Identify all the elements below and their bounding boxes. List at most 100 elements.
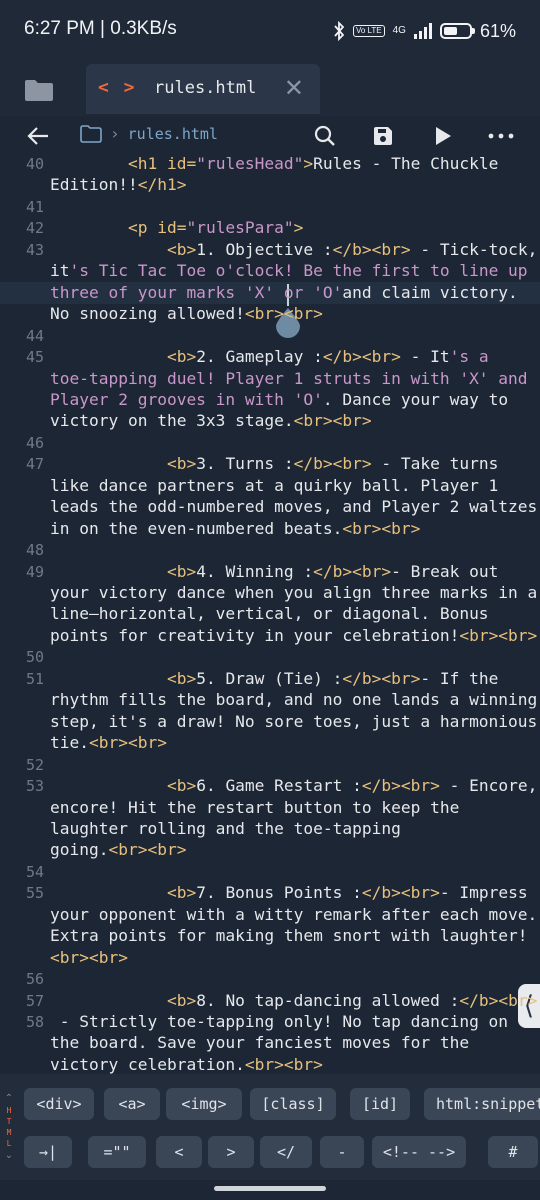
html-mode-letter: T: [6, 1117, 12, 1126]
symbol-key[interactable]: <!-- -->: [372, 1136, 466, 1168]
code-text: - Encore,: [439, 776, 538, 796]
code-line: three of your marks 'X' or 'O'and claim …: [50, 283, 518, 302]
back-button[interactable]: [22, 120, 54, 152]
line-number: 50: [25, 648, 44, 667]
save-button[interactable]: [368, 120, 398, 152]
snippet-key[interactable]: <a>: [104, 1088, 160, 1120]
line-number: 53: [25, 777, 44, 796]
snippet-key[interactable]: <img>: [166, 1088, 242, 1120]
code-text: in on the even-numbered beats.: [50, 518, 343, 538]
code-tag: </b><br>: [361, 776, 440, 796]
code-text: like dance partners at a quirky ball. Pl…: [50, 475, 499, 495]
line-number: 51: [25, 669, 44, 688]
code-line: <h1 id="rulesHead">Rules - The Chuckle: [50, 156, 498, 173]
code-line: laughter rolling and the toe-tapping: [50, 819, 401, 838]
symbol-bar: ⌃ H T M L ⌄ <div> <a> <img> [class] [id] html:snip…: [0, 1074, 540, 1180]
tab-rules-html[interactable]: < > rules.html ✕: [86, 64, 320, 114]
code-text: 4. Winning :: [196, 561, 314, 581]
code-tag: >: [303, 156, 314, 173]
code-text: - Take turns: [371, 454, 499, 474]
symbol-key[interactable]: <: [156, 1136, 202, 1168]
code-text: and claim victory.: [342, 282, 518, 302]
code-text: Rules - The Chuckle: [313, 156, 499, 173]
code-text: - Strictly toe-tapping only! No tap danc…: [50, 1012, 509, 1031]
chevron-right-icon: ›: [110, 124, 120, 143]
code-line: toe-tapping duel! Player 1 struts in wit…: [50, 369, 528, 388]
code-tag: <p id=: [127, 218, 187, 238]
snippet-key[interactable]: <div>: [24, 1088, 94, 1120]
code-tag: <br><br>: [244, 304, 323, 324]
code-text: it: [50, 261, 70, 281]
code-text: 6. Game Restart :: [196, 776, 362, 796]
symbol-key[interactable]: →|: [24, 1136, 72, 1168]
snippet-key[interactable]: [class]: [250, 1088, 336, 1120]
snippet-key[interactable]: [id]: [350, 1088, 410, 1120]
battery-percent: 61%: [479, 20, 516, 41]
symbol-key[interactable]: ="": [88, 1136, 146, 1168]
code-line: encore! Hit the restart button to keep t…: [50, 798, 459, 817]
code-line: Extra points for making them snort with …: [50, 926, 528, 945]
network-type: 4G: [392, 25, 406, 36]
code-tag: <h1 id=: [127, 156, 197, 173]
code-line: it's Tic Tac Toe o'clock! Be the first t…: [50, 261, 528, 280]
code-line: victory celebration.<br><br>: [50, 1055, 323, 1074]
code-tag: </b><br>: [459, 990, 538, 1010]
line-number: 44: [25, 326, 44, 345]
code-editor[interactable]: ⟨ 40 <h1 id="rulesHead">Rules - The Chuc…: [0, 156, 540, 1074]
home-indicator[interactable]: [214, 1186, 326, 1191]
symbol-key[interactable]: </: [260, 1136, 312, 1168]
more-button[interactable]: [484, 120, 518, 152]
code-tag: </b><br>: [313, 561, 392, 581]
line-number: 56: [25, 970, 44, 989]
snippet-key[interactable]: html:snippet: [424, 1088, 540, 1120]
search-button[interactable]: [310, 120, 340, 152]
code-tag: <b>: [166, 883, 197, 903]
code-text: - Impress: [439, 883, 528, 903]
code-text: your victory dance when you align three …: [50, 583, 538, 602]
code-text: - If the: [420, 668, 499, 688]
code-icon: < >: [98, 77, 137, 98]
run-button[interactable]: [428, 120, 458, 152]
code-text: - It: [400, 347, 450, 367]
code-text: step, it's a draw! No sore toes, just a …: [50, 711, 538, 731]
code-line: points for creativity in your celebratio…: [50, 626, 537, 645]
close-icon[interactable]: ✕: [284, 74, 304, 102]
code-line: - Strictly toe-tapping only! No tap danc…: [50, 1012, 508, 1031]
search-icon: [314, 125, 335, 146]
code-line: <b>6. Game Restart :</b><br> - Encore,: [50, 776, 537, 795]
breadcrumb[interactable]: › rules.html: [80, 124, 218, 143]
bluetooth-icon: [334, 21, 345, 41]
code-text: victory on the 3x3 stage.: [50, 411, 294, 431]
code-text: 7. Bonus Points :: [196, 883, 362, 903]
code-text: 8. No tap-dancing allowed :: [196, 990, 460, 1010]
folder-icon: [80, 124, 102, 143]
code-line: tie.<br><br>: [50, 733, 167, 752]
line-number: 43: [25, 240, 44, 259]
code-text: 3. Turns :: [196, 454, 294, 474]
code-tag: </b><br>: [332, 239, 411, 259]
code-line: Player 2 grooves in with 'O'. Dance your…: [50, 390, 508, 409]
symbol-key[interactable]: >: [208, 1136, 254, 1168]
code-line: the board. Save your fanciest moves for …: [50, 1033, 469, 1052]
code-tag: <b>: [166, 776, 197, 796]
line-number: 49: [25, 562, 44, 581]
code-text: victory celebration.: [50, 1054, 245, 1074]
code-string: 's a: [449, 347, 489, 367]
symbol-key[interactable]: -: [320, 1136, 364, 1168]
code-tag: <b>: [166, 454, 197, 474]
files-folder-icon[interactable]: [24, 78, 54, 102]
line-number: 45: [25, 348, 44, 367]
line-number: 46: [25, 433, 44, 452]
code-text: rhythm fills the board, and no one lands…: [50, 690, 538, 710]
code-line: like dance partners at a quirky ball. Pl…: [50, 476, 498, 495]
code-text: leads the odd-numbered moves, and Player…: [50, 497, 538, 517]
symbol-key[interactable]: #: [488, 1136, 538, 1168]
code-tag: <br><br>: [50, 947, 128, 967]
code-tag: </b><br>: [342, 668, 421, 688]
code-line: going.<br><br>: [50, 840, 186, 859]
html-mode-toggle[interactable]: ⌃ H T M L ⌄: [0, 1080, 18, 1174]
code-line: your victory dance when you align three …: [50, 583, 537, 602]
